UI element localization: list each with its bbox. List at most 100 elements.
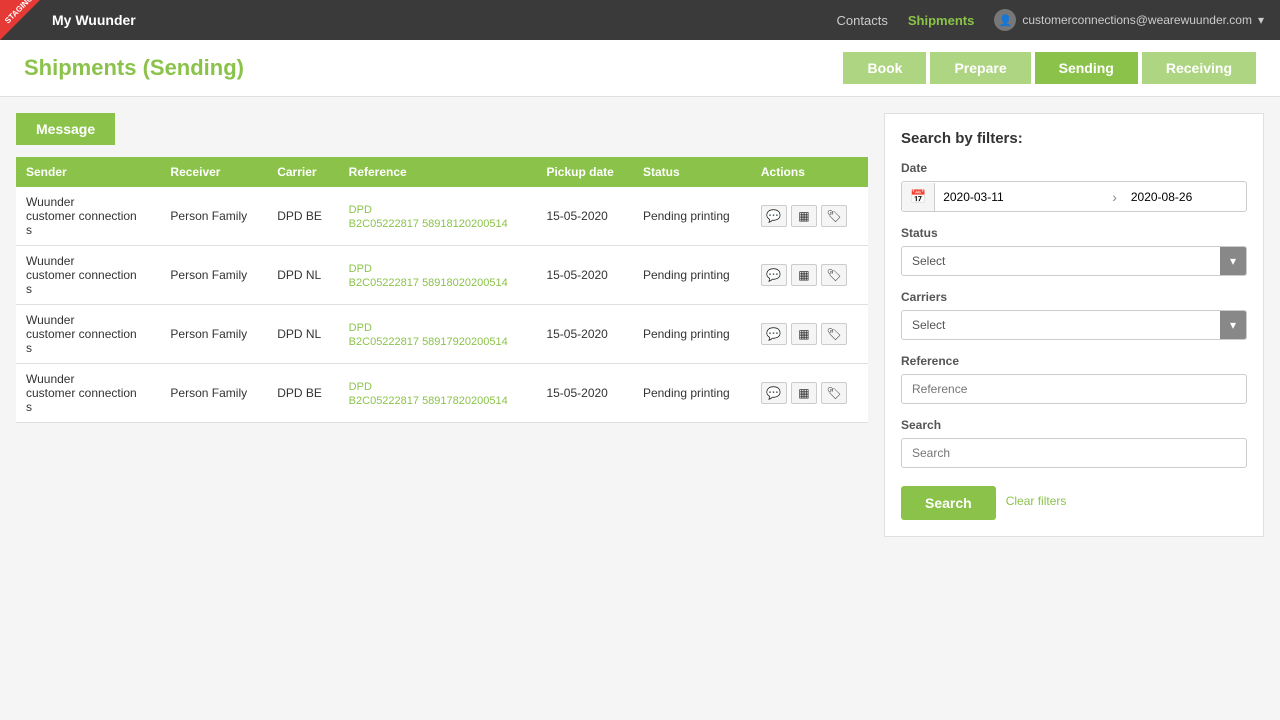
cell-receiver: Person Family	[160, 246, 267, 305]
cell-carrier: DPD NL	[267, 305, 338, 364]
action-icon-barcode[interactable]: ▦	[791, 323, 817, 345]
action-icon-label[interactable]: 🏷	[821, 323, 847, 345]
col-actions: Actions	[751, 157, 868, 187]
status-select-button[interactable]: ▾	[1220, 247, 1246, 275]
status-select-text: Select	[902, 247, 1220, 275]
calendar-icon: 📅	[902, 183, 935, 211]
page-header: Shipments (Sending) Book Prepare Sending…	[0, 40, 1280, 97]
shipments-table: Sender Receiver Carrier Reference Pickup…	[16, 157, 868, 423]
col-carrier: Carrier	[267, 157, 338, 187]
action-icon-label[interactable]: 🏷	[821, 382, 847, 404]
search-input[interactable]	[901, 438, 1247, 468]
cell-receiver: Person Family	[160, 187, 267, 246]
cell-status: Pending printing	[633, 305, 751, 364]
receiving-button[interactable]: Receiving	[1142, 52, 1256, 84]
table-row: Wuundercustomer connections Person Famil…	[16, 305, 868, 364]
action-icon-label[interactable]: 🏷	[821, 205, 847, 227]
table-row: Wuundercustomer connections Person Famil…	[16, 246, 868, 305]
cell-carrier: DPD NL	[267, 246, 338, 305]
message-button[interactable]: Message	[16, 113, 115, 145]
carriers-filter-group: Carriers Select ▾	[901, 290, 1247, 340]
reference-input[interactable]	[901, 374, 1247, 404]
nav-left: My Wuunder	[52, 12, 136, 28]
cell-reference[interactable]: DPDB2C05222817 58918020200514	[339, 246, 537, 305]
action-icon-chat[interactable]: 💬	[761, 205, 787, 227]
cell-reference[interactable]: DPDB2C05222817 58917920200514	[339, 305, 537, 364]
action-icon-barcode[interactable]: ▦	[791, 264, 817, 286]
cell-pickup-date: 15-05-2020	[536, 305, 633, 364]
reference-filter-group: Reference	[901, 354, 1247, 404]
cell-status: Pending printing	[633, 364, 751, 423]
cell-reference[interactable]: DPDB2C05222817 58918120200514	[339, 187, 537, 246]
action-icon-chat[interactable]: 💬	[761, 323, 787, 345]
search-actions: Search Clear filters	[901, 482, 1247, 520]
nav-right: Contacts Shipments 👤 customerconnections…	[837, 9, 1264, 31]
search-label: Search	[901, 418, 1247, 432]
table-body: Wuundercustomer connections Person Famil…	[16, 187, 868, 423]
date-separator: ›	[1106, 189, 1123, 205]
book-button[interactable]: Book	[843, 52, 926, 84]
cell-actions: 💬 ▦ 🏷	[751, 246, 868, 305]
cell-receiver: Person Family	[160, 364, 267, 423]
cell-sender: Wuundercustomer connections	[16, 305, 160, 364]
date-range-row: 📅 › ✕	[901, 181, 1247, 212]
cell-reference[interactable]: DPDB2C05222817 58917820200514	[339, 364, 537, 423]
user-icon: 👤	[994, 9, 1016, 31]
cell-pickup-date: 15-05-2020	[536, 187, 633, 246]
status-select-row: Select ▾	[901, 246, 1247, 276]
col-reference: Reference	[339, 157, 537, 187]
reference-label: Reference	[901, 354, 1247, 368]
col-status: Status	[633, 157, 751, 187]
cell-pickup-date: 15-05-2020	[536, 246, 633, 305]
table-row: Wuundercustomer connections Person Famil…	[16, 364, 868, 423]
carriers-select-text: Select	[902, 311, 1220, 339]
status-filter-group: Status Select ▾	[901, 226, 1247, 276]
nav-link-contacts[interactable]: Contacts	[837, 13, 888, 28]
nav-link-shipments[interactable]: Shipments	[908, 13, 974, 28]
brand-name: My Wuunder	[52, 12, 136, 28]
header-buttons: Book Prepare Sending Receiving	[843, 52, 1256, 84]
cell-carrier: DPD BE	[267, 364, 338, 423]
user-email: customerconnections@wearewuunder.com	[1022, 13, 1252, 27]
prepare-button[interactable]: Prepare	[930, 52, 1030, 84]
date-label: Date	[901, 161, 1247, 175]
page-title: Shipments (Sending)	[24, 55, 244, 81]
carriers-select-row: Select ▾	[901, 310, 1247, 340]
carriers-select-button[interactable]: ▾	[1220, 311, 1246, 339]
sending-button[interactable]: Sending	[1035, 52, 1138, 84]
action-icon-label[interactable]: 🏷	[821, 264, 847, 286]
action-icon-chat[interactable]: 💬	[761, 382, 787, 404]
cell-status: Pending printing	[633, 187, 751, 246]
cell-status: Pending printing	[633, 246, 751, 305]
cell-sender: Wuundercustomer connections	[16, 364, 160, 423]
nav-user: 👤 customerconnections@wearewuunder.com ▾	[994, 9, 1264, 31]
action-icon-chat[interactable]: 💬	[761, 264, 787, 286]
col-sender: Sender	[16, 157, 160, 187]
cell-actions: 💬 ▦ 🏷	[751, 364, 868, 423]
clear-filters-link[interactable]: Clear filters	[1006, 494, 1067, 508]
carriers-label: Carriers	[901, 290, 1247, 304]
cell-receiver: Person Family	[160, 305, 267, 364]
cell-actions: 💬 ▦ 🏷	[751, 187, 868, 246]
date-filter-group: Date 📅 › ✕	[901, 161, 1247, 212]
user-dropdown-icon[interactable]: ▾	[1258, 13, 1264, 27]
date-from-input[interactable]	[935, 184, 1106, 210]
col-pickup-date: Pickup date	[536, 157, 633, 187]
action-icon-barcode[interactable]: ▦	[791, 382, 817, 404]
col-receiver: Receiver	[160, 157, 267, 187]
table-header: Sender Receiver Carrier Reference Pickup…	[16, 157, 868, 187]
status-label: Status	[901, 226, 1247, 240]
date-to-input[interactable]	[1123, 184, 1247, 210]
staging-badge: STAGING	[0, 0, 40, 40]
filter-title: Search by filters:	[901, 130, 1247, 147]
search-filter-group: Search	[901, 418, 1247, 468]
cell-carrier: DPD BE	[267, 187, 338, 246]
cell-pickup-date: 15-05-2020	[536, 364, 633, 423]
action-icon-barcode[interactable]: ▦	[791, 205, 817, 227]
left-panel: Message Sender Receiver Carrier Referenc…	[16, 113, 868, 537]
cell-sender: Wuundercustomer connections	[16, 246, 160, 305]
cell-actions: 💬 ▦ 🏷	[751, 305, 868, 364]
cell-sender: Wuundercustomer connections	[16, 187, 160, 246]
search-button[interactable]: Search	[901, 486, 996, 520]
main-content: Message Sender Receiver Carrier Referenc…	[0, 97, 1280, 553]
